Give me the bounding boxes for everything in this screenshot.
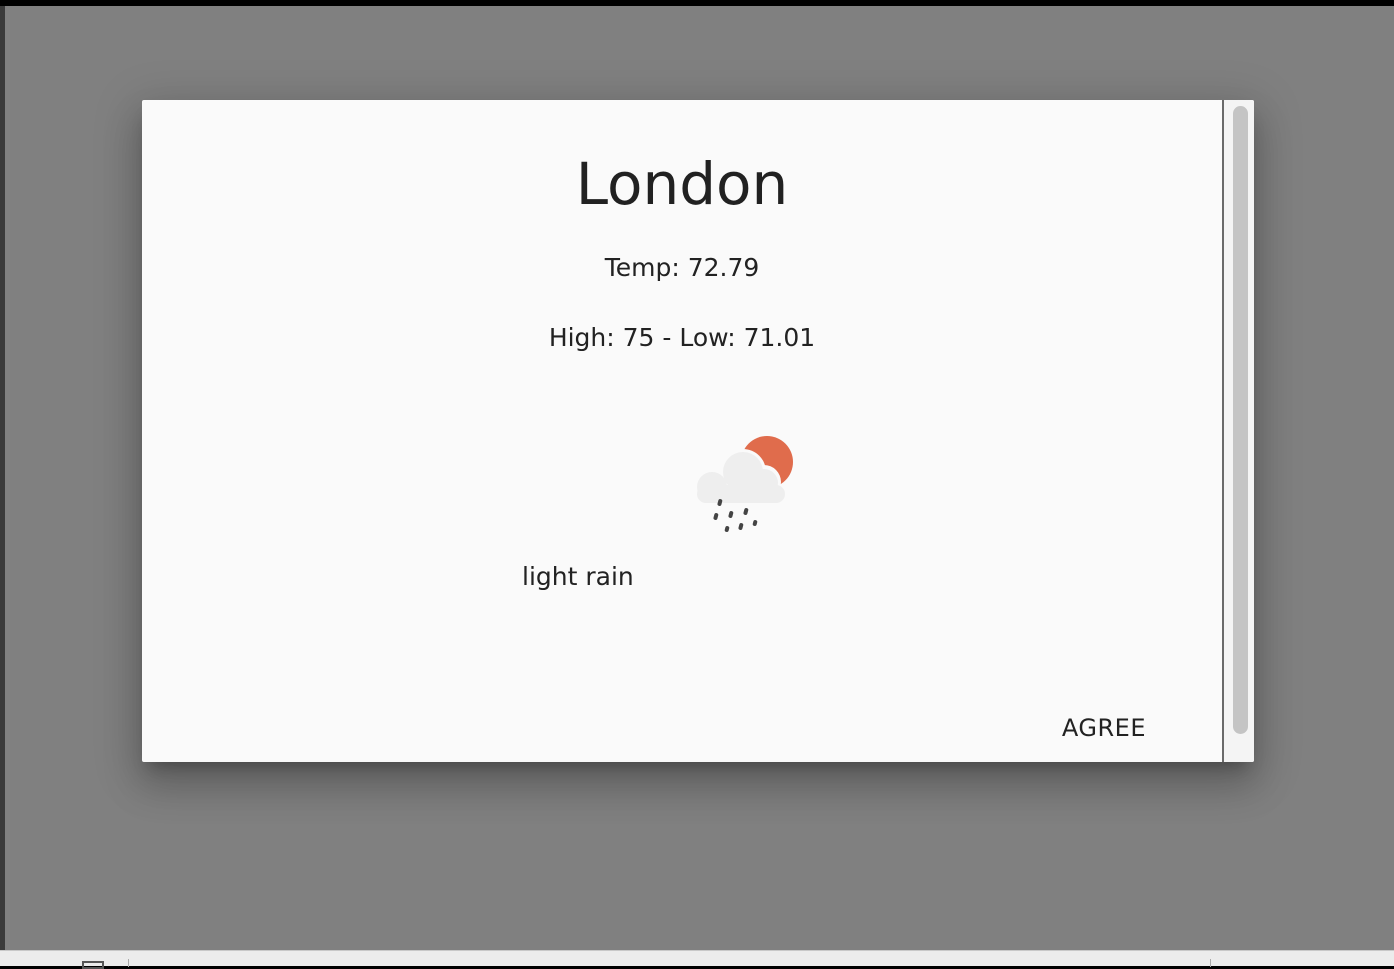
- weather-dialog: London Temp: 72.79 High: 75 - Low: 71.01: [142, 100, 1254, 762]
- scrollbar[interactable]: [1222, 100, 1254, 762]
- cloud-sun-rain-icon: [687, 433, 797, 543]
- city-title: London: [575, 150, 789, 218]
- bottom-toolbar: [0, 950, 1394, 969]
- high-low-text: High: 75 - Low: 71.01: [548, 323, 816, 352]
- dialog-content: London Temp: 72.79 High: 75 - Low: 71.01: [142, 100, 1222, 762]
- scrollbar-thumb[interactable]: [1233, 106, 1248, 734]
- panel-icon[interactable]: [82, 961, 104, 969]
- weather-description: light rain: [522, 562, 634, 591]
- screen: London Temp: 72.79 High: 75 - Low: 71.01: [0, 0, 1394, 969]
- temperature-text: Temp: 72.79: [604, 253, 760, 282]
- agree-button[interactable]: AGREE: [1062, 710, 1146, 746]
